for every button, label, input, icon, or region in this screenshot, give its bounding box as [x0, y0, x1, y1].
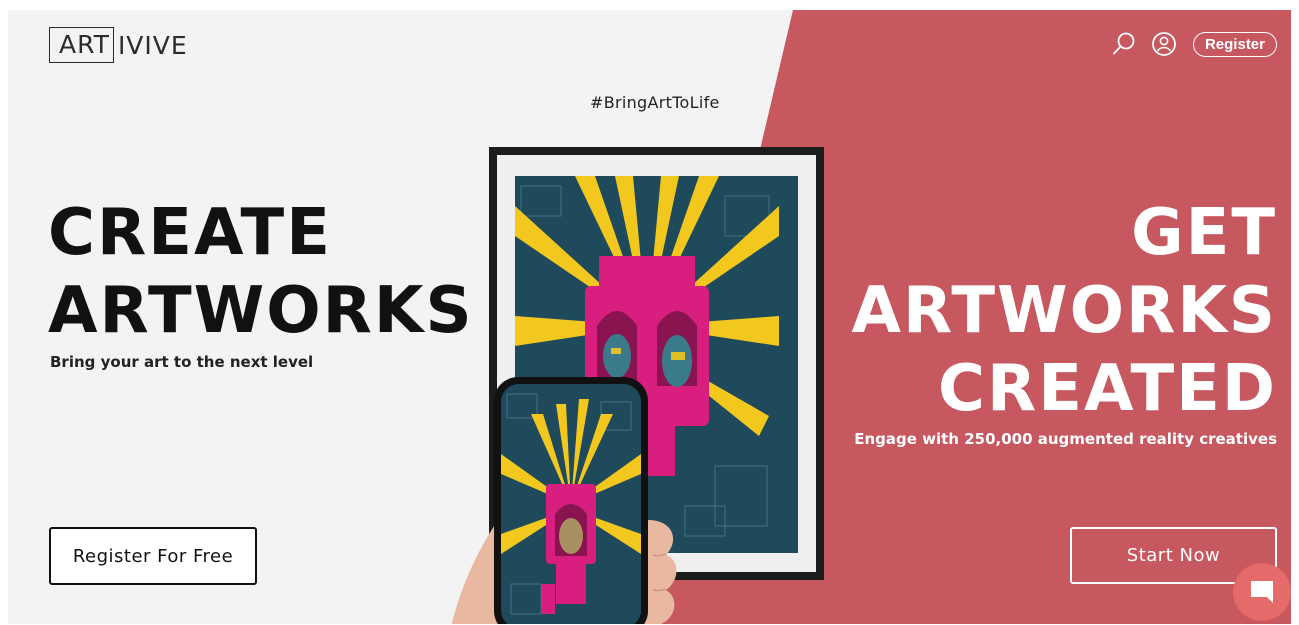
chat-launcher-button[interactable] [1233, 563, 1291, 621]
right-title-line: ARTWORKS [851, 274, 1277, 348]
left-title-line: ARTWORKS [48, 274, 474, 348]
phone-screen-artwork [501, 384, 641, 624]
left-hero-title: CREATE ARTWORKS [48, 194, 474, 350]
logo-rest-text: IVIVE [117, 30, 188, 60]
artivive-logo[interactable]: ART IVIVE [49, 27, 188, 63]
logo-boxed-text: ART [49, 27, 114, 63]
right-hero-subtitle: Engage with 250,000 augmented reality cr… [854, 430, 1277, 448]
hashtag-text: #BringArtToLife [590, 93, 720, 112]
top-nav: Register [1109, 29, 1277, 59]
hero-stage: ART IVIVE Register #BringArtToLife CREAT… [8, 10, 1291, 624]
search-icon[interactable] [1109, 29, 1139, 59]
right-title-line: CREATED [937, 352, 1277, 426]
user-icon[interactable] [1149, 29, 1179, 59]
left-hero-subtitle: Bring your art to the next level [50, 353, 314, 371]
register-button[interactable]: Register [1192, 31, 1277, 57]
right-hero-title: GET ARTWORKS CREATED [851, 194, 1277, 428]
register-for-free-button[interactable]: Register For Free [49, 527, 257, 585]
right-title-line: GET [1131, 196, 1277, 270]
chat-icon [1251, 581, 1273, 603]
phone-device [494, 377, 648, 624]
left-title-line: CREATE [48, 196, 332, 270]
